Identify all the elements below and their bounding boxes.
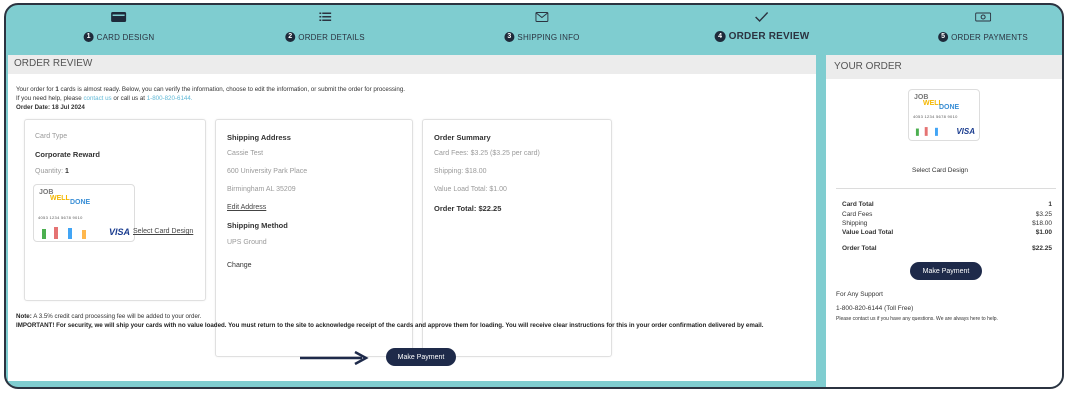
order-notes: Note: A 3.5% credit card processing fee … [16, 313, 806, 330]
side-select-card-design-link[interactable]: Select Card Design [912, 167, 968, 174]
make-payment-button[interactable]: Make Payment [386, 348, 456, 366]
intro-suffix: cards is almost ready. Below, you can ve… [58, 86, 406, 93]
cash-icon [974, 12, 991, 22]
row-label: Card Total [842, 201, 874, 208]
card-type-label: Card Type [35, 133, 68, 140]
step-number: 2 [285, 32, 296, 42]
card-art-done: DONE [70, 199, 91, 206]
help-mid: or call us at [111, 95, 147, 102]
phone-link[interactable]: 1-800-820-6144. [147, 95, 193, 102]
summary-row-order-total: Order Total $22.25 [842, 245, 1052, 252]
summary-shipping: Shipping: $18.00 [434, 168, 487, 175]
card-preview-image: JOB WELL DONE 4053 1234 5678 9010 VISA [33, 184, 135, 242]
step-number: 3 [504, 32, 515, 42]
step-label: CARD DESIGN [96, 32, 155, 42]
edit-address-link[interactable]: Edit Address [227, 204, 266, 211]
step-label: SHIPPING INFO [517, 32, 580, 42]
order-summary-heading: Order Summary [434, 133, 491, 142]
row-value: $22.25 [1032, 245, 1052, 252]
step-label: ORDER DETAILS [298, 32, 365, 42]
card-type-value: Corporate Reward [35, 150, 101, 159]
side-panel-title: YOUR ORDER [826, 55, 1062, 79]
step-label: ORDER PAYMENTS [951, 32, 1028, 42]
contact-us-link[interactable]: contact us [83, 95, 111, 102]
step-number: 1 [83, 32, 94, 42]
support-phone[interactable]: 1-800-820-6144 (Toll Free) [836, 305, 913, 312]
step-order-payments[interactable]: 5 ORDER PAYMENTS [938, 11, 1028, 43]
visa-logo: VISA [956, 127, 975, 136]
arrow-right-icon [300, 351, 369, 365]
summary-order-total: Order Total: $22.25 [434, 204, 502, 213]
mail-icon [535, 12, 549, 22]
summary-value-load: Value Load Total: $1.00 [434, 186, 507, 193]
intro-text: Your order for 1 cards is almost ready. … [16, 85, 405, 112]
intro-prefix: Your order for [16, 86, 56, 93]
row-label: Card Fees [842, 211, 873, 218]
order-date: Order Date: 18 Jul 2024 [16, 104, 85, 111]
step-number: 4 [714, 31, 726, 42]
card-art-digits: 4053 1234 5678 9010 [38, 215, 83, 220]
summary-row-value-load: Value Load Total $1.00 [842, 229, 1052, 236]
step-label: ORDER REVIEW [728, 31, 810, 42]
card-art-digits: 4053 1234 5678 9010 [913, 114, 958, 119]
visa-logo: VISA [108, 227, 130, 237]
step-card-design[interactable]: 1 CARD DESIGN [83, 11, 155, 43]
side-make-payment-button[interactable]: Make Payment [910, 262, 982, 280]
order-review-panel: ORDER REVIEW Your order for 1 cards is a… [8, 55, 816, 381]
row-value: 1 [1048, 201, 1052, 208]
card-art-well: WELL [50, 195, 70, 202]
list-icon [319, 12, 331, 21]
shipping-method-heading: Shipping Method [227, 221, 288, 230]
your-order-panel: YOUR ORDER JOB WELL DONE 4053 1234 5678 … [826, 55, 1062, 387]
summary-row-card-fees: Card Fees $3.25 [842, 211, 1052, 218]
side-card-preview-image: JOB WELL DONE 4053 1234 5678 9010 VISA [908, 89, 980, 141]
step-shipping-info[interactable]: 3 SHIPPING INFO [504, 11, 579, 43]
app-frame: 1 CARD DESIGN 2 ORDER DETAILS 3 SHIPPING IN… [4, 3, 1064, 389]
important-notice: IMPORTANT! For security, we will ship yo… [16, 321, 764, 329]
hands-illustration-icon [915, 127, 938, 136]
shipping-address-heading: Shipping Address [227, 133, 291, 142]
hands-illustration-icon [42, 227, 86, 239]
help-prefix: If you need help, please [16, 95, 84, 102]
shipping-method-value: UPS Ground [227, 239, 267, 246]
change-shipping-link[interactable]: Change [227, 262, 252, 269]
row-value: $3.25 [1035, 211, 1052, 218]
row-label: Order Total [842, 245, 877, 252]
quantity-label: Quantity: [35, 168, 65, 175]
quantity-value: 1 [64, 168, 69, 175]
support-text: Please contact us if you have any questi… [836, 316, 998, 322]
summary-row-card-total: Card Total 1 [842, 201, 1052, 208]
step-order-review[interactable]: 4 ORDER REVIEW [714, 11, 810, 43]
row-value: $18.00 [1032, 220, 1052, 227]
shipping-street: 600 University Park Place [227, 168, 308, 175]
summary-card-fees: Card Fees: $3.25 ($3.25 per card) [434, 150, 540, 157]
row-label: Shipping [842, 220, 868, 227]
note-label: Note: [16, 313, 32, 320]
shipping-city: Birmingham AL 35209 [227, 186, 296, 193]
card-type-box: Card Type Corporate Reward Quantity: 1 J… [24, 119, 206, 301]
note-text: A 3.5% credit card processing fee will b… [31, 313, 202, 320]
card-art-done: DONE [939, 104, 960, 111]
panel-title: ORDER REVIEW [8, 55, 816, 74]
checkmark-icon [755, 12, 769, 23]
card-icon [111, 12, 127, 22]
support-heading: For Any Support [836, 291, 883, 298]
shipping-name: Cassie Test [227, 150, 264, 157]
step-number: 5 [938, 32, 949, 42]
row-value: $1.00 [1035, 229, 1052, 236]
summary-row-shipping: Shipping $18.00 [842, 220, 1052, 227]
row-label: Value Load Total [842, 229, 894, 236]
divider [836, 188, 1056, 189]
select-card-design-link[interactable]: Select Card Design [133, 228, 193, 235]
checkout-stepper: 1 CARD DESIGN 2 ORDER DETAILS 3 SHIPPING IN… [6, 5, 1062, 49]
step-order-details[interactable]: 2 ORDER DETAILS [285, 11, 365, 43]
